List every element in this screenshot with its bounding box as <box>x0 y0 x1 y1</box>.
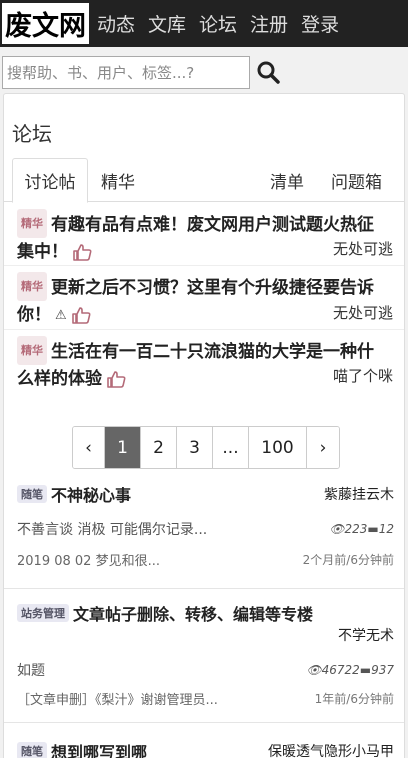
post-title[interactable]: 不神秘心事 <box>51 486 131 505</box>
forum-tabs: 讨论帖 精华 清单 问题箱 <box>4 158 404 203</box>
featured-list: 精华 有趣有品有点难！废文网用户测试题火热征集中！ 无处可逃 精华 更新之后不习惯？… <box>4 204 404 392</box>
pagination-page-3[interactable]: 3 <box>177 427 213 468</box>
pagination-prev[interactable]: ‹ <box>73 427 105 468</box>
post-last-reply[interactable]: ［文章申删］《梨汁》谢谢管理员... <box>17 689 218 708</box>
featured-tag: 精华 <box>17 272 47 301</box>
pagination-next[interactable]: › <box>307 427 339 468</box>
nav-item-luntan[interactable]: 论坛 <box>199 10 237 37</box>
search-bar: 搜帮助、书、用户、标签...? <box>0 56 408 90</box>
site-logo[interactable]: 废文网 <box>2 3 89 44</box>
post-stats: 👁46722▬937 <box>306 663 394 677</box>
tab-discussion[interactable]: 讨论帖 <box>12 158 88 203</box>
pagination: ‹ 1 2 3 ... 100 › <box>72 426 340 469</box>
thumbs-up-icon <box>73 244 92 261</box>
featured-author[interactable]: 无处可逃 <box>333 238 393 259</box>
eye-icon: 👁 <box>329 522 345 536</box>
featured-item[interactable]: 精华 有趣有品有点难！废文网用户测试题火热征集中！ 无处可逃 <box>4 204 404 266</box>
post-item[interactable]: 随笔 想到哪写到哪 保暖透气隐形小马甲 <box>4 722 404 758</box>
featured-tag: 精华 <box>17 336 47 365</box>
search-input[interactable]: 搜帮助、书、用户、标签...? <box>2 56 250 89</box>
nav-item-dongtai[interactable]: 动态 <box>97 10 135 37</box>
nav-item-login[interactable]: 登录 <box>301 10 339 37</box>
post-author[interactable]: 紫藤挂云木 <box>324 484 394 504</box>
post-last-reply[interactable]: 2019 08 02 梦见和很... <box>17 550 160 569</box>
post-author[interactable]: 不学无术 <box>338 625 394 645</box>
post-excerpt: 如题 <box>17 663 45 679</box>
warning-icon: ⚠ <box>55 308 67 323</box>
view-count: 46722 <box>321 663 360 677</box>
nav-item-register[interactable]: 注册 <box>250 10 288 37</box>
post-tag: 随笔 <box>17 485 47 503</box>
forum-card: 论坛 讨论帖 精华 清单 问题箱 精华 有趣有品有点难！废文网用户测试题火热征集中… <box>3 93 405 758</box>
page-title: 论坛 <box>12 122 52 146</box>
post-tag: 随笔 <box>17 742 47 758</box>
reply-count: 937 <box>371 663 394 677</box>
tab-featured[interactable]: 精华 <box>101 158 135 202</box>
comment-icon: ▬ <box>359 663 372 677</box>
post-tag: 站务管理 <box>17 604 69 622</box>
search-icon[interactable] <box>256 60 280 84</box>
featured-author[interactable]: 无处可逃 <box>333 302 393 323</box>
reply-count: 12 <box>378 522 394 536</box>
top-bar: 废文网 动态 文库 论坛 注册 登录 <box>0 0 408 47</box>
pagination-ellipsis: ... <box>213 427 249 468</box>
post-time: 1年前/6分钟前 <box>314 692 394 706</box>
post-author[interactable]: 保暖透气隐形小马甲 <box>268 741 394 758</box>
post-excerpt: 不善言谈 消极 可能偶尔记录... <box>17 522 208 538</box>
thumbs-up-icon <box>107 371 126 388</box>
featured-tag: 精华 <box>17 209 47 238</box>
thumbs-up-icon <box>71 307 91 324</box>
tab-list[interactable]: 清单 <box>270 158 304 202</box>
post-item[interactable]: 站务管理 文章帖子删除、转移、编辑等专楼 不学无术 如题 👁46722▬937 ［… <box>4 588 404 722</box>
featured-author[interactable]: 喵了个咪 <box>333 365 393 386</box>
featured-title[interactable]: 生活在有一百二十只流浪猫的大学是一种什么样的体验 <box>17 342 374 389</box>
view-count: 223 <box>344 522 368 536</box>
nav-item-wenku[interactable]: 文库 <box>148 10 186 37</box>
tab-question-box[interactable]: 问题箱 <box>331 158 382 202</box>
eye-icon: 👁 <box>306 663 322 677</box>
pagination-page-100[interactable]: 100 <box>249 427 307 468</box>
featured-item[interactable]: 精华 更新之后不习惯？这里有个升级捷径要告诉你！ ⚠ 无处可逃 <box>4 266 404 330</box>
comment-icon: ▬ <box>367 522 379 536</box>
post-item[interactable]: 随笔 不神秘心事 紫藤挂云木 不善言谈 消极 可能偶尔记录... 👁223▬12 … <box>4 470 404 576</box>
pagination-page-2[interactable]: 2 <box>141 427 177 468</box>
post-time: 2个月前/6分钟前 <box>302 553 394 567</box>
post-title[interactable]: 文章帖子删除、转移、编辑等专楼 <box>73 605 313 624</box>
post-title[interactable]: 想到哪写到哪 <box>51 743 147 758</box>
featured-title[interactable]: 有趣有品有点难！废文网用户测试题火热征集中！ <box>17 215 374 262</box>
pagination-page-1[interactable]: 1 <box>105 427 141 468</box>
main-nav: 动态 文库 论坛 注册 登录 <box>97 10 352 37</box>
featured-item[interactable]: 精华 生活在有一百二十只流浪猫的大学是一种什么样的体验 喵了个咪 <box>4 330 404 392</box>
post-stats: 👁223▬12 <box>329 522 394 536</box>
